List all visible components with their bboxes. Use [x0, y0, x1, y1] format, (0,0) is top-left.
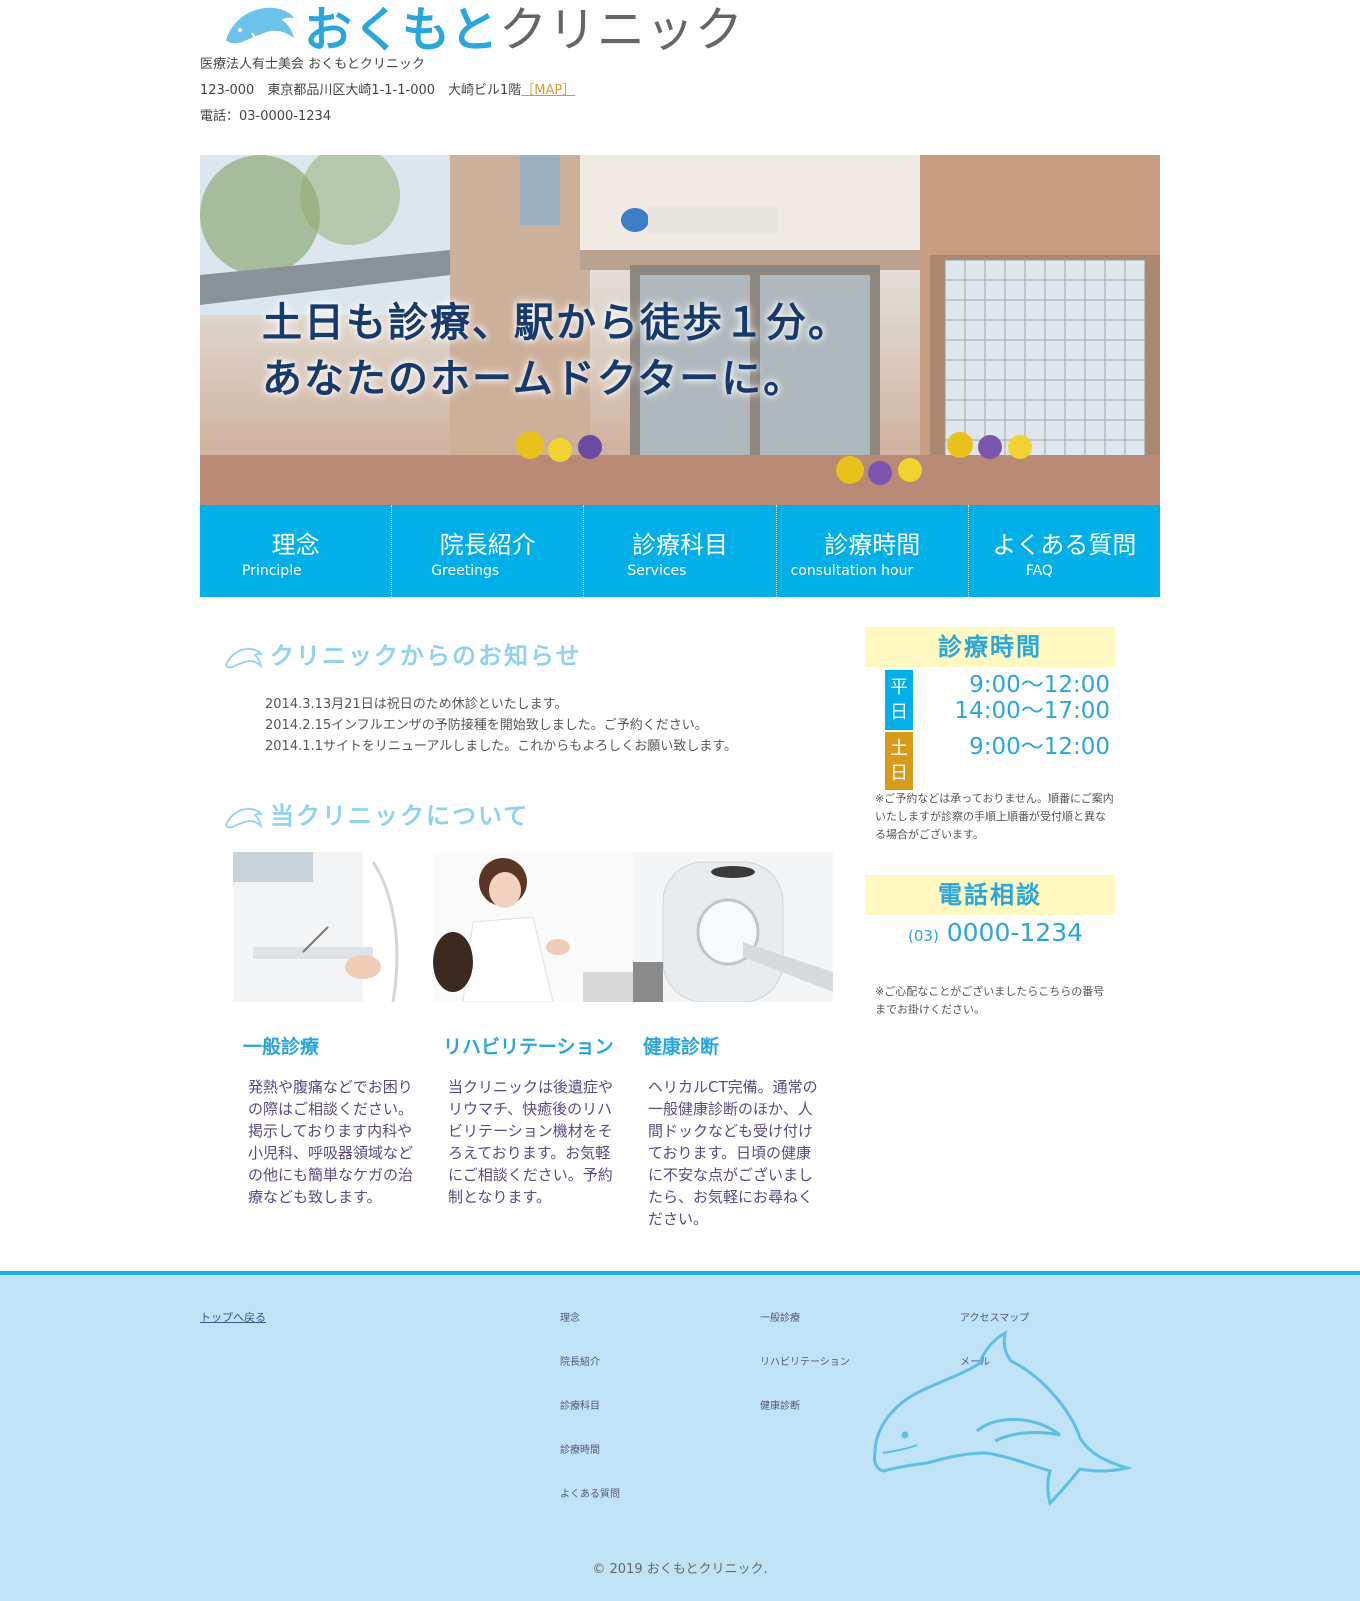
phone-note: ※ご心配なことがございましたらこちらの番号までお掛けください。 — [875, 985, 1105, 1016]
service-text: 当クリニックは後遺症やリウマチ、快癒後のリハビリテーション機材をそろえております… — [448, 1078, 614, 1206]
dolphin-logo-icon — [226, 7, 294, 45]
map-link[interactable]: ［MAP］ — [521, 83, 575, 98]
phone-prefix: (03) — [908, 927, 939, 945]
clinic-logo[interactable]: おくもとクリニック — [222, 0, 743, 58]
footer-link-greetings[interactable]: 院長紹介 — [560, 1353, 600, 1368]
service-title: 健康診断 — [643, 1036, 720, 1058]
header-phone: 電話：03-0000-1234 — [200, 109, 332, 124]
footer-link-hours[interactable]: 診療時間 — [560, 1441, 600, 1456]
footer-link-checkup[interactable]: 健康診断 — [760, 1397, 800, 1412]
phone-number: 0000-1234 — [946, 918, 1084, 947]
phone-number-display[interactable]: (03) 0000-1234 — [908, 918, 1083, 947]
nav-label-jp: 院長紹介 — [439, 531, 536, 559]
news-heading: クリニックからのお知らせ — [224, 636, 582, 671]
footer-link-principle[interactable]: 理念 — [560, 1309, 580, 1324]
phone-box-title: 電話相談 — [865, 875, 1115, 915]
logo-text-gray: クリニック — [499, 2, 745, 58]
footer-link-mail[interactable]: メール — [960, 1353, 990, 1368]
service-image-doctor — [233, 852, 433, 1002]
about-title: 当クリニックについて — [270, 802, 530, 830]
nav-item-services[interactable]: 診療科目 Services — [584, 505, 777, 597]
service-title: リハビリテーション — [443, 1036, 614, 1058]
footer-link-general[interactable]: 一般診療 — [760, 1309, 800, 1324]
service-rehab: リハビリテーション 当クリニックは後遺症やリウマチ、快癒後のリハビリテーション機… — [433, 852, 633, 1206]
service-text: 発熱や腹痛などでお困りの際はご相談ください。掲示しております内科や小児科、呼吸器… — [248, 1078, 414, 1206]
nav-item-hours[interactable]: 診療時間 consultation hour — [777, 505, 969, 597]
footer-link-services[interactable]: 診療科目 — [560, 1397, 600, 1412]
news-title: クリニックからのお知らせ — [270, 642, 582, 670]
address-line: 123-000 東京都品川区大崎1-1-1-000 大崎ビル1階［MAP］ — [200, 79, 575, 98]
hours-box-title: 診療時間 — [865, 627, 1115, 667]
footer-link-rehab[interactable]: リハビリテーション — [760, 1353, 850, 1368]
news-item: 2014.3.13月21日は祝日のため休診といたします。 — [265, 697, 568, 712]
nav-label-en: Principle — [242, 563, 302, 579]
weekend-tag: 土日 — [885, 732, 913, 790]
hours-note: ※ご予約などは承っておりません。順番にご案内いたしますが診察の手順上順番が受付順… — [875, 792, 1114, 841]
nav-label-en: Greetings — [431, 563, 500, 579]
logo-text-blue: おくもと — [304, 2, 500, 58]
service-general: 一般診療 発熱や腹痛などでお困りの際はご相談ください。掲示しております内科や小児… — [233, 852, 433, 1206]
nav-label-en: FAQ — [1025, 563, 1053, 579]
nav-item-faq[interactable]: よくある質問 FAQ — [969, 505, 1160, 597]
nav-label-jp: 診療科目 — [632, 531, 728, 559]
nav-item-principle[interactable]: 理念 Principle — [200, 505, 393, 597]
about-heading: 当クリニックについて — [224, 796, 529, 831]
nav-item-greetings[interactable]: 院長紹介 Greetings — [392, 505, 585, 597]
back-to-top-link[interactable]: トップへ戻る — [200, 1309, 266, 1325]
dolphin-outline-icon — [873, 1330, 1133, 1506]
nav-label-en: Services — [627, 563, 687, 579]
weekend-am-hours: 9:00～12:00 — [969, 734, 1110, 760]
service-text: ヘリカルCT完備。通常の一般健康診断のほか、人間ドックなども受け付けております。… — [648, 1078, 818, 1228]
nav-label-en: consultation hour — [790, 563, 914, 579]
copyright: © 2019 おくもとクリニック. — [592, 1562, 768, 1577]
news-list: 2014.3.13月21日は祝日のため休診といたします。 2014.2.15イン… — [265, 694, 737, 757]
service-title: 一般診療 — [243, 1036, 320, 1058]
hero-headline: 土日も診療、駅から徒歩１分。 あなたのホームドクターに。 — [262, 295, 850, 407]
footer-link-access-map[interactable]: アクセスマップ — [960, 1309, 1029, 1324]
weekday-pm-hours: 14:00～17:00 — [954, 698, 1110, 724]
hero-line-2: あなたのホームドクターに。 — [262, 356, 806, 402]
nav-label-jp: 診療時間 — [824, 531, 921, 559]
service-image-nurse — [433, 852, 633, 1002]
footer-link-faq[interactable]: よくある質問 — [560, 1485, 620, 1500]
service-checkup: 健康診断 ヘリカルCT完備。通常の一般健康診断のほか、人間ドックなども受け付けて… — [633, 852, 833, 1228]
nav-label-jp: よくある質問 — [992, 531, 1137, 559]
weekday-tag: 平日 — [885, 670, 913, 730]
corp-name: 医療法人有士美会 おくもとクリニック — [200, 57, 425, 72]
hero-line-1: 土日も診療、駅から徒歩１分。 — [262, 300, 850, 346]
dolphin-icon — [225, 808, 263, 829]
service-image-ct-scanner — [633, 852, 833, 1002]
services-grid: 一般診療 発熱や腹痛などでお困りの際はご相談ください。掲示しております内科や小児… — [233, 852, 833, 1242]
news-item: 2014.2.15インフルエンザの予防接種を開始致しました。ご予約ください。 — [265, 718, 708, 733]
dolphin-icon — [225, 648, 263, 669]
address: 123-000 東京都品川区大崎1-1-1-000 大崎ビル1階 — [200, 83, 522, 98]
news-item: 2014.1.1サイトをリニューアルしました。これからもよろしくお願い致します。 — [265, 739, 737, 754]
hero-image: 土日も診療、駅から徒歩１分。 あなたのホームドクターに。 — [200, 155, 1160, 505]
main-nav: 理念 Principle 院長紹介 Greetings 診療科目 Service… — [200, 505, 1160, 597]
nav-label-jp: 理念 — [271, 531, 320, 559]
